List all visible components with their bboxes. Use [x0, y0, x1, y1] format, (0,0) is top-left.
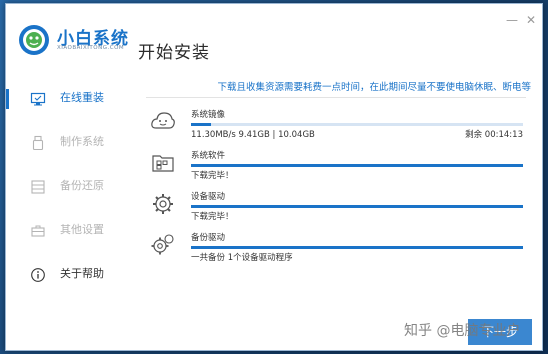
gears-icon [151, 234, 174, 255]
app-logo-icon [19, 25, 49, 55]
task-row: 系统镜像 11.30MB/s 9.41GB | 10.04GB 剩余 00:14… [146, 109, 526, 149]
progress-track [191, 205, 523, 208]
progress-fill [191, 164, 523, 167]
task-eta: 剩余 00:14:13 [465, 130, 523, 140]
sidebar-item-label: 关于帮助 [60, 267, 104, 280]
sidebar-item-label: 备份还原 [60, 179, 104, 192]
progress-track [191, 164, 523, 167]
usb-icon [32, 135, 44, 151]
task-row: 备份驱动 一共备份 1个设备驱动程序 [146, 232, 526, 272]
sidebar-item-label: 制作系统 [60, 135, 104, 148]
sidebar-item-online-reinstall[interactable]: 在线重装 [6, 84, 130, 114]
task-name: 系统软件 [191, 151, 226, 161]
task-name: 设备驱动 [191, 192, 226, 202]
progress-fill [191, 246, 523, 249]
monitor-icon [30, 92, 46, 106]
sidebar-item-label: 在线重装 [60, 91, 104, 104]
sidebar: 在线重装 制作系统 备份还原 其他设置 关于帮助 [6, 76, 130, 306]
progress-track [191, 123, 523, 126]
sidebar-item-other-settings[interactable]: 其他设置 [6, 216, 130, 246]
gear-icon [153, 194, 173, 214]
close-button[interactable]: ✕ [525, 14, 537, 26]
notice-text: 下载且收集资源需要耗费一点时间，在此期间尽量不要使电脑休眠、断电等 [217, 82, 531, 93]
sidebar-item-label: 其他设置 [60, 223, 104, 236]
task-name: 系统镜像 [191, 110, 226, 120]
toolbox-icon [31, 225, 45, 237]
minimize-button[interactable]: — [506, 14, 518, 26]
divider [146, 97, 526, 98]
backup-icon [31, 180, 45, 194]
task-row: 设备驱动 下载完毕！ [146, 191, 526, 231]
installer-window: 小白系统 XIAOBAIXITONG.COM 开始安装 — ✕ 在线重装 制作系… [5, 3, 543, 351]
sidebar-item-about-help[interactable]: 关于帮助 [6, 260, 130, 290]
watermark: 知乎 @电脑专业户 [404, 323, 521, 339]
sidebar-item-backup-restore[interactable]: 备份还原 [6, 172, 130, 202]
active-indicator [6, 89, 9, 109]
task-status: 11.30MB/s 9.41GB | 10.04GB [191, 130, 315, 140]
cloud-face-icon [151, 112, 175, 129]
info-icon [31, 268, 45, 282]
task-row: 系统软件 下载完毕！ [146, 150, 526, 190]
task-status: 下载完毕！ [191, 212, 234, 222]
task-name: 备份驱动 [191, 233, 226, 243]
progress-fill [191, 123, 211, 126]
page-title: 开始安装 [138, 43, 210, 63]
app-site: XIAOBAIXITONG.COM [57, 45, 125, 51]
task-status: 一共备份 1个设备驱动程序 [191, 253, 293, 263]
sidebar-item-make-system[interactable]: 制作系统 [6, 128, 130, 158]
software-folder-icon [152, 155, 174, 172]
task-status: 下载完毕！ [191, 171, 234, 181]
progress-fill [191, 205, 523, 208]
progress-track [191, 246, 523, 249]
